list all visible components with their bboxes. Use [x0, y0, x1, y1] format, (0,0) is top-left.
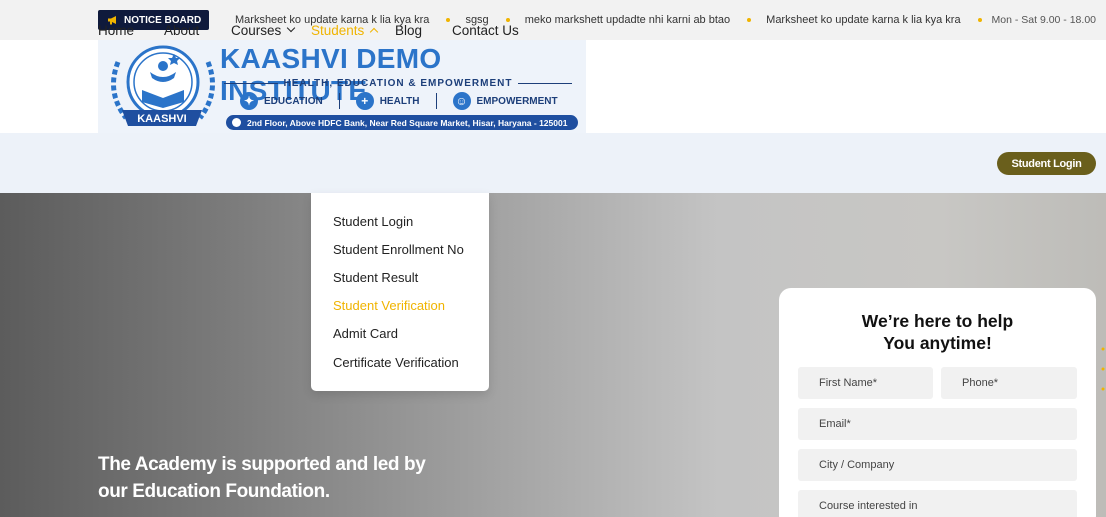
- decorative-dots-icon: [1101, 347, 1105, 391]
- bullet-dot-icon: [747, 18, 752, 22]
- bullet-dot-icon: [977, 18, 982, 22]
- form-title: We’re here to help You anytime!: [861, 311, 1014, 353]
- working-hours: Mon - Sat 9.00 - 18.00: [991, 14, 1096, 26]
- pillar-health: + HEALTH: [355, 92, 420, 110]
- institute-address: 2nd Floor, Above HDFC Bank, Near Red Squ…: [226, 115, 578, 130]
- ribbon-text: KAASHVI: [137, 113, 187, 125]
- graduation-cap-icon: ✦: [240, 92, 258, 110]
- hero-heading: The Academy is supported and led by our …: [98, 454, 426, 502]
- nav-home[interactable]: Home: [98, 0, 134, 60]
- nav-contact-us[interactable]: Contact Us: [452, 0, 519, 60]
- city-company-input[interactable]: City / Company: [798, 449, 1077, 481]
- pillar-empowerment: ☺ EMPOWERMENT: [452, 92, 558, 110]
- student-login-button[interactable]: Student Login: [997, 152, 1096, 175]
- ticker-item[interactable]: meko markshett updadte nhi karni ab btao: [525, 14, 766, 26]
- pillar-education: ✦ EDUCATION: [240, 92, 323, 110]
- tagline-divider: [518, 82, 572, 84]
- location-pin-icon: [232, 118, 241, 127]
- first-name-input[interactable]: First Name*: [798, 367, 933, 399]
- menu-item-student-enrollment-no[interactable]: Student Enrollment No: [311, 235, 489, 263]
- menu-item-student-login[interactable]: Student Login: [311, 207, 489, 235]
- health-cross-icon: +: [355, 92, 374, 110]
- menu-item-student-result[interactable]: Student Result: [311, 263, 489, 291]
- ticker-item[interactable]: Marksheet ko update karna k lia kya kra: [766, 14, 996, 26]
- nav-blog[interactable]: Blog: [395, 0, 422, 60]
- nav-courses[interactable]: Courses: [231, 0, 296, 60]
- menu-item-admit-card[interactable]: Admit Card: [311, 320, 489, 348]
- course-interest-input[interactable]: Course interested in: [798, 490, 1077, 517]
- email-input[interactable]: Email*: [798, 408, 1077, 440]
- contact-form-card: We’re here to help You anytime! First Na…: [779, 288, 1096, 517]
- students-dropdown-menu: Student Login Student Enrollment No Stud…: [311, 193, 489, 391]
- menu-item-student-verification[interactable]: Student Verification: [311, 292, 489, 320]
- logo-pillars: ✦ EDUCATION + HEALTH ☺ EMPOWERMENT: [240, 92, 558, 110]
- nav-about[interactable]: About: [164, 0, 199, 60]
- bullet-dot-icon: [446, 18, 451, 22]
- nav-students[interactable]: Students: [311, 0, 379, 60]
- chevron-down-icon: [287, 23, 296, 33]
- tagline-divider: [224, 82, 278, 84]
- pillar-separator: [435, 93, 437, 109]
- pillar-separator: [338, 93, 340, 109]
- institute-tagline: HEALTH, EDUCATION & EMPOWERMENT: [218, 76, 578, 90]
- menu-item-certificate-verification[interactable]: Certificate Verification: [311, 348, 489, 376]
- person-icon: ☺: [452, 92, 471, 110]
- phone-input[interactable]: Phone*: [941, 367, 1077, 399]
- chevron-up-icon: [370, 27, 379, 36]
- main-navbar: [0, 133, 1106, 193]
